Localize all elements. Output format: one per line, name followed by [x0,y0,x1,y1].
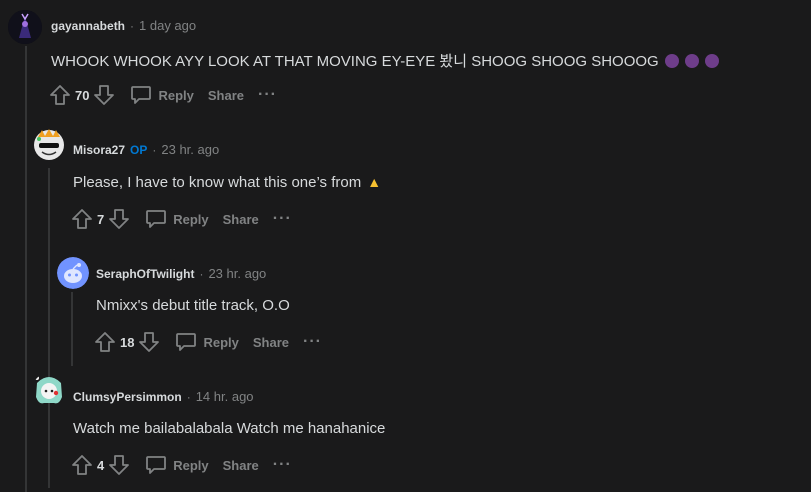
comment-text: Please, I have to know what this one’s f… [73,174,362,191]
share-button[interactable]: Share [223,212,259,227]
comment-bubble-icon [131,86,152,104]
comment-actions: 7 Reply Share ··· [70,206,292,232]
comment-text: WHOOK WHOOK AYY LOOK AT THAT MOVING EY-E… [51,53,659,70]
reply-label: Reply [173,457,209,473]
author-name[interactable]: SeraphOfTwilight [96,267,194,281]
separator-dot: · [186,389,191,404]
separator-dot: · [199,266,204,281]
reply-label: Reply [203,334,239,350]
comment-actions: 18 Reply Share ··· [93,329,322,355]
avatar[interactable] [32,373,66,407]
share-label: Share [222,457,259,473]
vote-count: 70 [75,87,90,103]
more-options-icon[interactable]: ··· [273,210,292,228]
comment-body: WHOOK WHOOK AYY LOOK AT THAT MOVING EY-E… [51,50,719,71]
comment-meta: gayannabeth · 1 day ago [51,18,196,33]
share-label: Share [252,334,290,350]
vote-count: 4 [97,457,105,473]
timestamp[interactable]: 14 hr. ago [196,389,254,404]
more-options-icon[interactable]: ··· [273,456,292,474]
comment-body: Nmixx's debut title track, O.O [96,297,290,314]
more-options-icon[interactable]: ··· [303,333,322,351]
vote-group: 7 [70,207,131,231]
share-button[interactable]: Share [223,458,259,473]
reply-label: Reply [173,211,209,227]
comment-body: Please, I have to know what this one’s f… [73,174,381,191]
purple-emoji-icon [704,54,719,68]
upvote-arrow-icon[interactable] [93,330,117,354]
comment-body: Watch me bailabalabala Watch me hanahani… [73,420,385,437]
comment-meta: Misora27 OP · 23 hr. ago [73,142,219,157]
downvote-arrow-icon[interactable] [137,330,161,354]
share-label: Share [222,211,259,227]
more-options-icon[interactable]: ··· [258,86,277,104]
thread-line [25,46,27,492]
timestamp[interactable]: 23 hr. ago [208,266,266,281]
op-badge: OP [130,142,148,157]
comment-text: Watch me bailabalabala Watch me hanahani… [73,420,386,437]
comment-actions: 70 Reply Share ··· [48,82,277,108]
comment-bubble-icon [176,333,197,351]
thread-line [71,292,73,366]
purple-emoji-icon [684,54,699,68]
downvote-arrow-icon[interactable] [107,453,131,477]
reply-button[interactable]: Reply [145,209,209,229]
timestamp[interactable]: 1 day ago [139,18,196,33]
vote-group: 4 [70,453,131,477]
author-name[interactable]: gayannabeth [51,19,125,33]
avatar[interactable] [32,128,66,162]
avatar[interactable] [8,10,42,44]
downvote-arrow-icon[interactable] [107,207,131,231]
downvote-arrow-icon[interactable] [92,83,116,107]
comment-text: Nmixx's debut title track, O.O [96,297,290,314]
comment-bubble-icon [146,456,167,474]
comment-meta: SeraphOfTwilight · 23 hr. ago [96,266,266,281]
vote-count: 7 [97,211,105,227]
timestamp[interactable]: 23 hr. ago [161,142,219,157]
avatar[interactable] [57,257,89,289]
comment-meta: ClumsyPersimmon · 14 hr. ago [73,389,254,404]
upvote-arrow-icon[interactable] [48,83,72,107]
vote-group: 70 [48,83,116,107]
separator-dot: · [152,142,157,157]
author-name[interactable]: Misora27 [73,143,125,157]
reply-button[interactable]: Reply [130,85,194,105]
thread-line [48,168,50,488]
author-name[interactable]: ClumsyPersimmon [73,390,182,404]
upvote-arrow-icon[interactable] [70,207,94,231]
share-button[interactable]: Share [208,88,244,103]
praying-hands-icon: ▲ [367,174,382,190]
share-button[interactable]: Share [253,335,289,350]
separator-dot: · [130,18,135,33]
comment-actions: 4 Reply Share ··· [70,452,292,478]
reply-label: Reply [158,87,194,103]
vote-group: 18 [93,330,161,354]
purple-emoji-icon [664,54,679,68]
upvote-arrow-icon[interactable] [70,453,94,477]
reply-button[interactable]: Reply [175,332,239,352]
vote-count: 18 [120,334,135,350]
comment-bubble-icon [146,210,167,228]
reply-button[interactable]: Reply [145,455,209,475]
share-label: Share [207,87,245,103]
